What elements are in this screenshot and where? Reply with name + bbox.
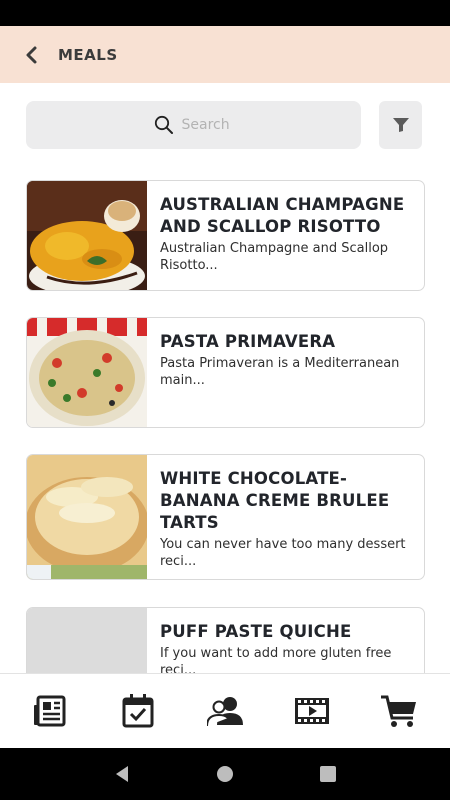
meal-image <box>27 181 147 290</box>
meal-description: You can never have too many dessert reci… <box>160 537 406 569</box>
meal-title: WHITE CHOCOLATE-BANANA CREME BRULEE TART… <box>160 469 390 532</box>
search-box[interactable] <box>26 101 361 149</box>
app-header: MEALS <box>0 26 450 83</box>
meal-card[interactable]: WHITE CHOCOLATE-BANANA CREME BRULEE TART… <box>26 454 425 580</box>
calendar-check-icon <box>122 694 154 728</box>
meal-description: If you want to add more gluten free reci… <box>160 646 392 673</box>
system-nav-bar <box>0 748 450 800</box>
triangle-back-icon <box>115 766 128 782</box>
meal-image <box>27 455 147 579</box>
system-recents-button[interactable] <box>313 759 343 789</box>
nav-videos[interactable] <box>290 689 334 733</box>
nav-cart[interactable] <box>377 689 421 733</box>
page-title: MEALS <box>58 45 118 64</box>
meal-card[interactable]: PASTA PRIMAVERA Pasta Primaveran is a Me… <box>26 317 425 428</box>
meal-image <box>27 318 147 427</box>
meal-title: AUSTRALIAN CHAMPAGNE AND SCALLOP RISOTTO <box>160 195 405 236</box>
meal-info: WHITE CHOCOLATE-BANANA CREME BRULEE TART… <box>147 455 424 579</box>
main-content: AUSTRALIAN CHAMPAGNE AND SCALLOP RISOTTO… <box>0 83 450 673</box>
meal-description: Pasta Primaveran is a Mediterranean main… <box>160 356 400 388</box>
cart-icon <box>380 695 416 727</box>
nav-calendar[interactable] <box>116 689 160 733</box>
newspaper-icon <box>34 695 66 727</box>
square-recents-icon <box>320 766 337 782</box>
system-back-button[interactable] <box>107 759 137 789</box>
filter-button[interactable] <box>379 101 422 149</box>
meal-info: PASTA PRIMAVERA Pasta Primaveran is a Me… <box>147 318 424 427</box>
search-input[interactable] <box>181 117 234 133</box>
nav-people[interactable] <box>203 689 247 733</box>
circle-home-icon <box>216 766 233 782</box>
meal-image-placeholder <box>27 608 147 673</box>
meal-title: PASTA PRIMAVERA <box>160 332 336 351</box>
film-icon <box>294 698 329 724</box>
chevron-left-icon <box>26 46 37 63</box>
meal-description: Australian Champagne and Scallop Risotto… <box>160 241 389 273</box>
search-icon <box>154 115 173 134</box>
bottom-nav <box>0 673 450 748</box>
meal-info: PUFF PASTE QUICHE If you want to add mor… <box>147 608 424 673</box>
users-icon <box>206 697 243 727</box>
meal-title: PUFF PASTE QUICHE <box>160 622 352 641</box>
nav-news[interactable] <box>29 689 73 733</box>
search-row <box>26 101 422 149</box>
meal-card[interactable]: PUFF PASTE QUICHE If you want to add mor… <box>26 607 425 673</box>
meal-card[interactable]: AUSTRALIAN CHAMPAGNE AND SCALLOP RISOTTO… <box>26 180 425 291</box>
filter-icon <box>392 118 409 132</box>
meal-info: AUSTRALIAN CHAMPAGNE AND SCALLOP RISOTTO… <box>147 181 424 290</box>
back-button[interactable] <box>18 41 46 69</box>
status-bar <box>0 0 450 26</box>
system-home-button[interactable] <box>210 759 240 789</box>
